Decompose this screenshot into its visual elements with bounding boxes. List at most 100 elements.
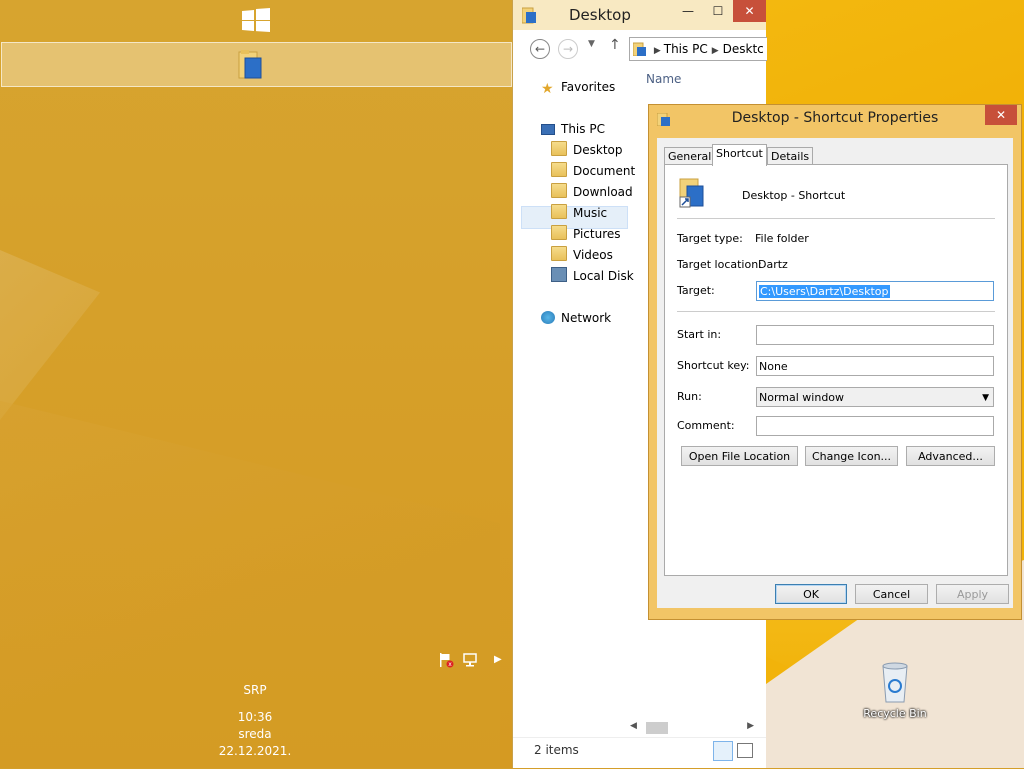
change-icon-button[interactable]: Change Icon... <box>805 446 898 466</box>
nav-network-label: Network <box>561 311 612 325</box>
comment-field[interactable] <box>756 416 994 436</box>
shortcut-properties-dialog: Desktop - Shortcut Properties ✕ General … <box>648 104 1022 620</box>
music-folder-icon <box>551 204 567 219</box>
tab-shortcut[interactable]: Shortcut <box>712 144 767 166</box>
tab-general[interactable]: General <box>664 147 716 165</box>
divider <box>677 311 995 312</box>
breadcrumb-this-pc[interactable]: This PC <box>664 42 708 56</box>
folder-icon <box>522 7 536 24</box>
input-language-indicator[interactable]: SRP <box>200 683 310 697</box>
large-icons-view-icon[interactable] <box>737 743 753 758</box>
run-label: Run: <box>677 390 702 403</box>
shortcut-tab-panel: Desktop - Shortcut Target type: File fol… <box>664 164 1008 576</box>
chevron-right-icon[interactable]: ▶ <box>494 654 502 665</box>
cancel-button[interactable]: Cancel <box>855 584 928 604</box>
desktop-folder-icon <box>551 141 567 156</box>
dialog-title: Desktop - Shortcut Properties <box>731 110 939 126</box>
nav-item-label: Music <box>573 206 608 220</box>
chevron-down-icon: ▼ <box>982 393 989 403</box>
nav-this-pc-label: This PC <box>561 122 605 136</box>
shortcut-folder-large-icon <box>679 178 704 208</box>
divider <box>677 218 995 219</box>
recycle-bin-shortcut[interactable]: Recycle Bin <box>860 660 930 720</box>
comment-label: Comment: <box>677 419 735 432</box>
nav-item-label: Document <box>573 164 636 178</box>
recycle-bin-label: Recycle Bin <box>863 707 927 720</box>
advanced-button[interactable]: Advanced... <box>906 446 995 466</box>
file-explorer-taskbar-button[interactable] <box>238 48 264 80</box>
star-icon: ★ <box>541 81 554 97</box>
nav-item-label: Desktop <box>573 143 623 157</box>
nav-item-label: Pictures <box>573 227 621 241</box>
nav-item-desktop[interactable]: Desktop <box>551 140 623 160</box>
folder-icon <box>238 50 262 79</box>
nav-item-label: Videos <box>573 248 613 262</box>
explorer-title: Desktop <box>569 6 631 24</box>
nav-item-pictures[interactable]: Pictures <box>551 224 621 244</box>
scrollbar-thumb[interactable] <box>646 722 668 734</box>
breadcrumb-separator: ▶ <box>711 46 719 56</box>
minimize-button[interactable]: — <box>673 0 703 22</box>
apply-button[interactable]: Apply <box>936 584 1009 604</box>
scroll-right-icon[interactable]: ▶ <box>747 721 754 731</box>
pictures-folder-icon <box>551 225 567 240</box>
details-view-icon[interactable] <box>713 741 733 761</box>
nav-favorites-label: Favorites <box>561 80 616 94</box>
navigation-pane: ★ Favorites This PC Desktop Document Down… <box>513 66 635 726</box>
clock-time[interactable]: 10:36 <box>200 710 310 724</box>
network-tray-icon[interactable] <box>462 652 478 668</box>
maximize-button[interactable]: ☐ <box>703 0 733 22</box>
nav-item-label: Local Disk <box>573 269 634 283</box>
item-count: 2 items <box>534 743 579 757</box>
shortcut-key-field[interactable]: None <box>756 356 994 376</box>
start-in-field[interactable] <box>756 325 994 345</box>
target-type-value: File folder <box>755 232 809 245</box>
clock-date[interactable]: 22.12.2021. <box>200 744 310 758</box>
shortcut-key-label: Shortcut key: <box>677 359 750 372</box>
tab-details[interactable]: Details <box>767 147 814 165</box>
explorer-titlebar[interactable]: Desktop — ☐ ✕ <box>513 0 766 30</box>
horizontal-scrollbar[interactable]: ◀ ▶ <box>628 719 758 737</box>
svg-text:x: x <box>448 661 452 668</box>
forward-button[interactable]: → <box>558 39 578 59</box>
clock-day[interactable]: sreda <box>200 727 310 741</box>
recycle-bin-icon <box>882 662 908 703</box>
scroll-left-icon[interactable]: ◀ <box>630 721 637 731</box>
target-field[interactable]: C:\Users\Dartz\Desktop <box>756 281 994 301</box>
documents-folder-icon <box>551 162 567 177</box>
up-arrow-icon[interactable]: ↑ <box>609 37 621 53</box>
start-in-label: Start in: <box>677 328 722 341</box>
open-file-location-button[interactable]: Open File Location <box>681 446 798 466</box>
videos-folder-icon <box>551 246 567 261</box>
computer-icon <box>541 124 555 135</box>
navigation-bar: ← → ▼ ↑ ▶ This PC ▶ Desktc <box>513 30 767 66</box>
nav-item-local-disk[interactable]: Local Disk <box>551 266 634 286</box>
nav-item-videos[interactable]: Videos <box>551 245 613 265</box>
run-select[interactable]: Normal window ▼ <box>756 387 994 407</box>
back-button[interactable]: ← <box>530 39 550 59</box>
dialog-body: General Shortcut Details Desktop - Short… <box>657 138 1013 608</box>
close-button[interactable]: ✕ <box>733 0 766 22</box>
nav-item-documents[interactable]: Document <box>551 161 635 181</box>
column-header-name[interactable]: Name <box>646 72 681 86</box>
recent-locations-chevron-down-icon[interactable]: ▼ <box>588 39 595 49</box>
nav-this-pc[interactable]: This PC <box>541 119 605 139</box>
target-location-value: Dartz <box>758 258 788 271</box>
nav-favorites[interactable]: ★ Favorites <box>541 77 615 97</box>
target-type-label: Target type: <box>677 232 743 245</box>
action-center-flag-icon[interactable]: x <box>438 652 454 668</box>
this-pc-folder-icon <box>632 42 646 57</box>
ok-button[interactable]: OK <box>775 584 847 604</box>
breadcrumb-desktop[interactable]: Desktc <box>723 42 764 56</box>
address-bar[interactable]: ▶ This PC ▶ Desktc <box>629 37 767 61</box>
dialog-close-button[interactable]: ✕ <box>985 105 1017 125</box>
hard-disk-icon <box>551 267 567 282</box>
windows-start-icon[interactable] <box>242 8 270 32</box>
downloads-folder-icon <box>551 183 567 198</box>
nav-network[interactable]: Network <box>541 308 611 328</box>
network-globe-icon <box>541 311 555 324</box>
nav-item-downloads[interactable]: Download <box>551 182 633 202</box>
nav-item-music[interactable]: Music <box>551 203 607 223</box>
target-field-selected-text: C:\Users\Dartz\Desktop <box>759 285 890 298</box>
breadcrumb-separator: ▶ <box>653 46 661 56</box>
